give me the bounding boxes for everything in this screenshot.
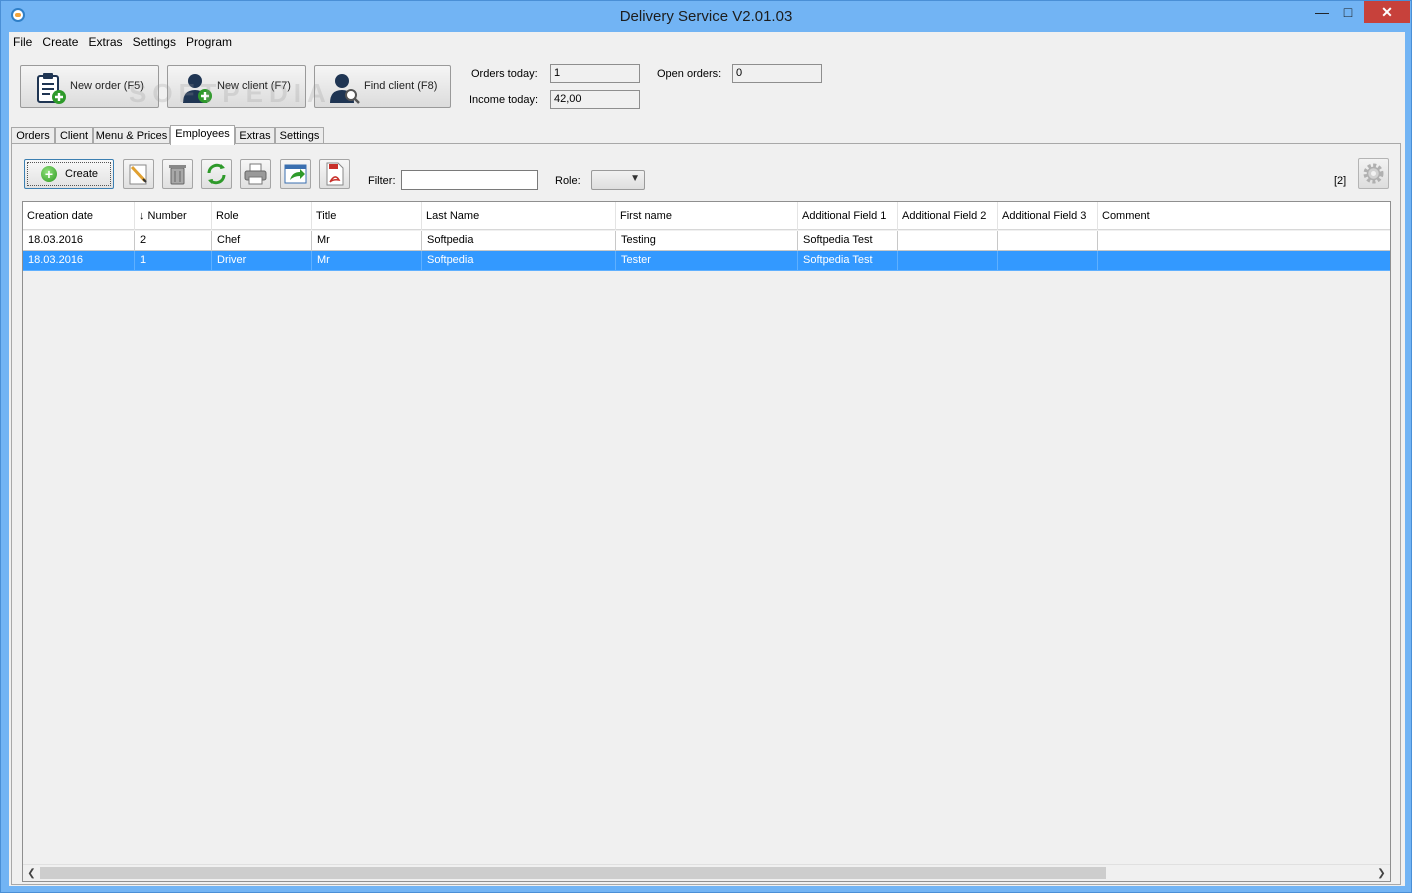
cell-last-name: Softpedia xyxy=(422,251,616,271)
horizontal-scrollbar[interactable]: ❮ ❯ xyxy=(23,864,1390,881)
column-additional-field-2[interactable]: Additional Field 2 xyxy=(898,202,998,230)
app-window: Delivery Service V2.01.03 — □ ✕ File Cre… xyxy=(0,0,1412,893)
cell-additional-field-2 xyxy=(898,231,998,251)
filter-label: Filter: xyxy=(368,175,396,187)
edit-button[interactable] xyxy=(123,159,154,189)
window-title: Delivery Service V2.01.03 xyxy=(619,8,793,25)
trash-icon xyxy=(169,165,186,185)
role-label: Role: xyxy=(555,175,581,187)
cell-title: Mr xyxy=(312,231,422,251)
cell-additional-field-2 xyxy=(898,251,998,271)
cell-additional-field-1: Softpedia Test xyxy=(798,231,898,251)
cell-role: Driver xyxy=(212,251,312,271)
pdf-export-button[interactable] xyxy=(319,159,350,189)
tab-menu-prices[interactable]: Menu & Prices xyxy=(93,127,170,144)
user-add-icon xyxy=(183,74,212,103)
maximize-button[interactable]: □ xyxy=(1335,1,1361,23)
create-label: Create xyxy=(65,168,99,180)
column-number[interactable]: ↓ Number xyxy=(135,202,212,230)
refresh-icon xyxy=(207,163,226,185)
menu-settings[interactable]: Settings xyxy=(130,32,179,52)
table-row[interactable]: 18.03.2016 2 Chef Mr Softpedia Testing S… xyxy=(23,231,1390,251)
orders-today-label: Orders today: xyxy=(471,68,538,80)
new-client-button[interactable]: New client (F7) xyxy=(167,65,306,108)
cell-last-name: Softpedia xyxy=(422,231,616,251)
clipboard-add-icon xyxy=(37,73,66,104)
tab-employees[interactable]: Employees xyxy=(170,125,235,145)
employees-panel: + Create Filter: Role: ▼ [2] Creation da… xyxy=(11,143,1401,885)
cell-additional-field-3 xyxy=(998,251,1098,271)
client-area: File Create Extras Settings Program New … xyxy=(9,32,1405,886)
scroll-right-icon[interactable]: ❯ xyxy=(1373,866,1390,881)
column-additional-field-3[interactable]: Additional Field 3 xyxy=(998,202,1098,230)
income-today-label: Income today: xyxy=(469,94,539,106)
menu-create[interactable]: Create xyxy=(39,32,81,52)
delete-button[interactable] xyxy=(162,159,193,189)
print-button[interactable] xyxy=(240,159,271,189)
filter-input[interactable] xyxy=(401,170,538,190)
pdf-icon xyxy=(326,162,344,186)
cell-creation-date: 18.03.2016 xyxy=(23,251,135,271)
cell-number: 2 xyxy=(135,231,212,251)
find-client-label: Find client (F8) xyxy=(364,80,438,92)
new-order-label: New order (F5) xyxy=(70,80,144,92)
cell-creation-date: 18.03.2016 xyxy=(23,231,135,251)
scrollbar-thumb[interactable] xyxy=(40,867,1106,879)
export-icon xyxy=(284,164,307,184)
export-button[interactable] xyxy=(280,159,311,189)
title-bar[interactable]: Delivery Service V2.01.03 — □ ✕ xyxy=(1,1,1411,32)
cell-title: Mr xyxy=(312,251,422,271)
refresh-button[interactable] xyxy=(201,159,232,189)
income-today-field: 42,00 xyxy=(550,90,640,109)
column-role[interactable]: Role xyxy=(212,202,312,230)
menu-program[interactable]: Program xyxy=(183,32,235,52)
employees-table[interactable]: Creation date ↓ Number Role Title Last N… xyxy=(22,201,1391,882)
tab-extras[interactable]: Extras xyxy=(235,127,275,144)
column-first-name[interactable]: First name xyxy=(616,202,798,230)
tab-orders[interactable]: Orders xyxy=(11,127,55,144)
cell-comment xyxy=(1098,251,1390,271)
table-row-selected[interactable]: 18.03.2016 1 Driver Mr Softpedia Tester … xyxy=(23,251,1390,271)
scroll-left-icon[interactable]: ❮ xyxy=(23,866,40,881)
gear-icon xyxy=(1363,163,1384,184)
tab-client[interactable]: Client xyxy=(55,127,93,144)
column-title[interactable]: Title xyxy=(312,202,422,230)
user-search-icon xyxy=(330,74,360,104)
cell-role: Chef xyxy=(212,231,312,251)
new-order-button[interactable]: New order (F5) xyxy=(20,65,159,108)
create-button[interactable]: + Create xyxy=(24,159,114,189)
printer-icon xyxy=(244,163,267,185)
find-client-button[interactable]: Find client (F8) xyxy=(314,65,451,108)
orders-today-field: 1 xyxy=(550,64,640,83)
cell-first-name: Testing xyxy=(616,231,798,251)
close-button[interactable]: ✕ xyxy=(1364,1,1410,23)
edit-icon xyxy=(129,164,147,185)
table-header: Creation date ↓ Number Role Title Last N… xyxy=(23,202,1390,230)
column-additional-field-1[interactable]: Additional Field 1 xyxy=(798,202,898,230)
tab-settings[interactable]: Settings xyxy=(275,127,324,144)
new-client-label: New client (F7) xyxy=(217,80,291,92)
column-last-name[interactable]: Last Name xyxy=(422,202,616,230)
plus-icon: + xyxy=(41,166,57,182)
open-orders-field: 0 xyxy=(732,64,822,83)
open-orders-label: Open orders: xyxy=(657,68,722,80)
menu-bar: File Create Extras Settings Program xyxy=(9,32,1405,52)
chevron-down-icon: ▼ xyxy=(630,173,640,184)
menu-file[interactable]: File xyxy=(10,32,35,52)
column-creation-date[interactable]: Creation date xyxy=(23,202,135,230)
cell-first-name: Tester xyxy=(616,251,798,271)
role-select[interactable]: ▼ xyxy=(591,170,645,190)
menu-extras[interactable]: Extras xyxy=(86,32,126,52)
cell-additional-field-3 xyxy=(998,231,1098,251)
minimize-button[interactable]: — xyxy=(1309,1,1335,23)
record-count: [2] xyxy=(1334,175,1347,187)
cell-number: 1 xyxy=(135,251,212,271)
settings-button[interactable] xyxy=(1358,158,1389,189)
column-comment[interactable]: Comment xyxy=(1098,202,1390,230)
cell-comment xyxy=(1098,231,1390,251)
cell-additional-field-1: Softpedia Test xyxy=(798,251,898,271)
